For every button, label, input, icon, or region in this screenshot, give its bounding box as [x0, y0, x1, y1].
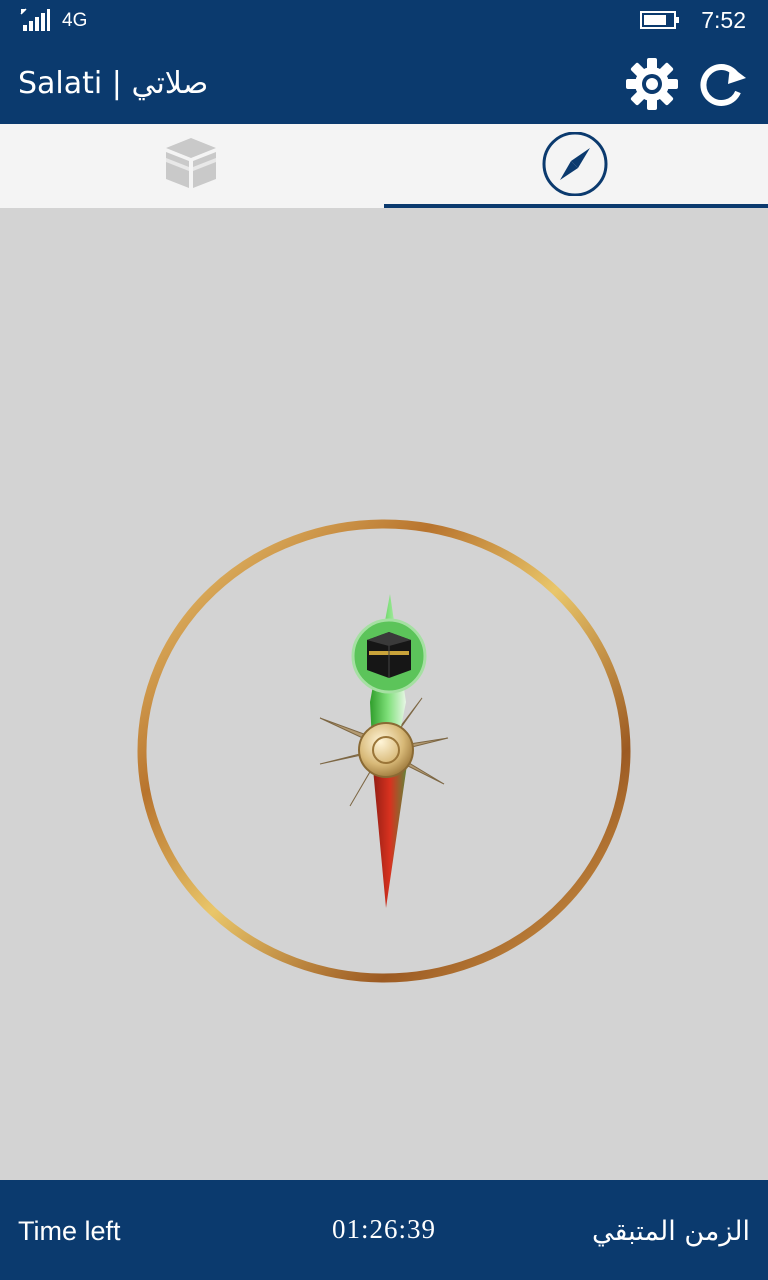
compass-hub — [358, 722, 414, 778]
qibla-compass — [137, 519, 631, 983]
network-type: 4G — [62, 10, 88, 31]
status-clock: 7:52 — [701, 7, 746, 33]
tab-selected-indicator — [384, 204, 768, 208]
battery-icon — [640, 11, 679, 29]
needle-south — [372, 758, 408, 908]
gear-icon[interactable] — [624, 56, 680, 112]
signal-bars-icon — [20, 8, 50, 31]
tab-compass[interactable] — [384, 124, 768, 208]
tab-kaaba[interactable] — [0, 124, 384, 208]
app-title: Salati | صلاتي — [18, 66, 209, 101]
time-left-label-arabic: الزمن المتبقي — [591, 1216, 750, 1247]
app-bar: Salati | صلاتي — [0, 42, 768, 124]
kaaba-icon — [166, 138, 216, 188]
refresh-icon[interactable] — [694, 56, 750, 112]
countdown-bar: Time left 01:26:39 الزمن المتبقي — [0, 1180, 768, 1280]
status-bar: 4G 7:52 — [0, 0, 768, 42]
kaaba-marker-icon — [351, 618, 427, 694]
compass-icon — [542, 132, 608, 196]
tab-bar — [0, 124, 768, 208]
